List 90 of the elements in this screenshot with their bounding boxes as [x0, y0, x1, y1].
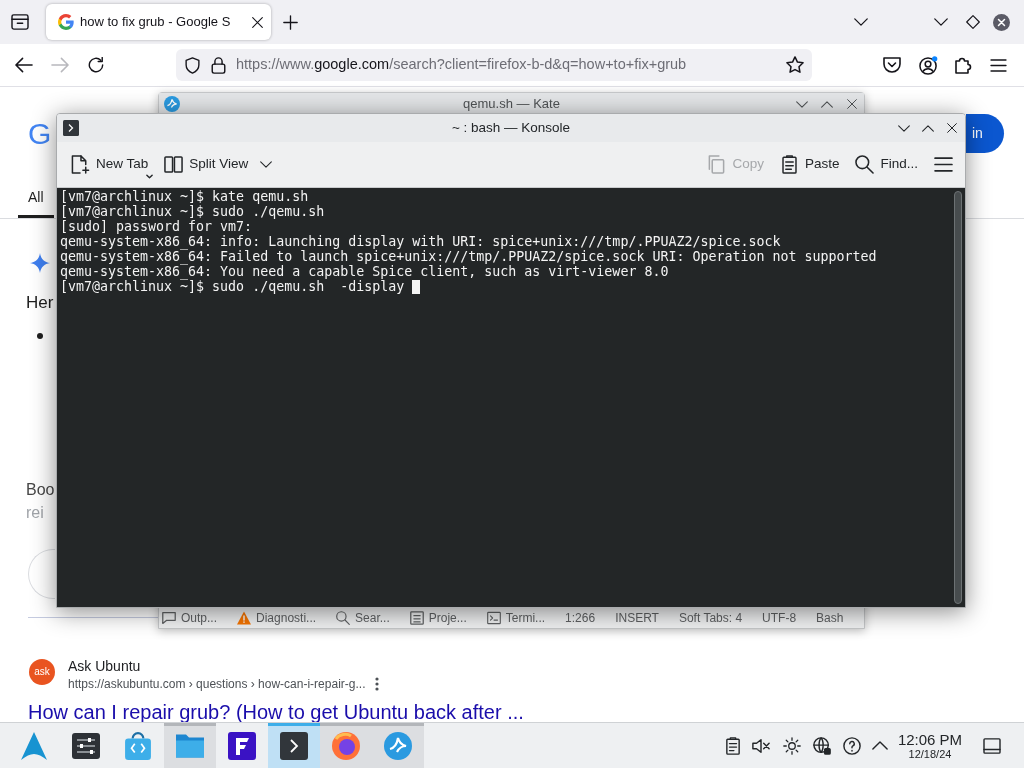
- caret-icon: [146, 173, 154, 179]
- tool-view-button[interactable]: Outp...: [162, 609, 218, 627]
- bullet-icon: [37, 333, 43, 339]
- shopping-bag-icon: [124, 731, 152, 760]
- warning-icon: [237, 611, 252, 625]
- split-view-button[interactable]: Split View: [158, 148, 279, 181]
- reload-icon[interactable]: [87, 57, 105, 73]
- lock-icon[interactable]: [211, 56, 226, 74]
- menu-icon: [934, 157, 953, 172]
- close-icon[interactable]: [993, 13, 1010, 31]
- document-plus-icon: [71, 155, 90, 174]
- puzzle-icon[interactable]: [955, 56, 972, 74]
- terminal-icon: [63, 120, 79, 136]
- site-name: Ask Ubuntu: [68, 657, 142, 676]
- overview-text: rei: [26, 503, 44, 523]
- terminal-icon: [280, 731, 308, 760]
- window-title: ~ : bash — Konsole: [451, 118, 571, 137]
- terminal-line: [vm7@archlinux ~]$ sudo ./qemu.sh -display: [60, 279, 406, 294]
- window-title: qemu.sh — Kate: [463, 95, 560, 114]
- account-icon[interactable]: [919, 55, 938, 75]
- app-logo-icon: [164, 96, 180, 112]
- more-icon[interactable]: [375, 677, 380, 691]
- chevron-down-icon[interactable]: [854, 18, 868, 26]
- status-text: Bash: [816, 610, 844, 627]
- chevron-up-icon[interactable]: [872, 741, 888, 750]
- split-panes-icon: [164, 155, 184, 174]
- chevron-up-icon[interactable]: [922, 124, 934, 132]
- find-button[interactable]: Find...: [849, 148, 924, 181]
- menu-icon[interactable]: [990, 58, 1007, 72]
- shield-icon[interactable]: [185, 56, 200, 74]
- close-icon[interactable]: [947, 123, 957, 133]
- chevron-down-icon: [260, 161, 273, 168]
- tool-view-button[interactable]: Proje...: [409, 609, 467, 627]
- browser-tab[interactable]: how to fix grub - Google S: [46, 4, 271, 40]
- terminal-line: qemu-system-x86_64: info: Launching display with URI: spice+unix:///tmp/.PPUAZ2/spice.sock: [60, 234, 781, 249]
- site-logo: ask: [29, 659, 55, 685]
- clock-date[interactable]: 12/18/24: [908, 747, 952, 761]
- copy-icon: [707, 155, 727, 174]
- taskbar-button[interactable]: [268, 723, 320, 768]
- browser-icon: [332, 731, 360, 760]
- plus-icon[interactable]: [283, 14, 298, 30]
- site-url: https://askubuntu.com › questions › how-can-i-repair-g...: [68, 676, 366, 692]
- status-text: UTF-8: [762, 610, 797, 627]
- list-icon: [409, 611, 424, 625]
- show-desktop-icon[interactable]: [983, 737, 1001, 754]
- terminal-line: qemu-system-x86_64: Failed to launch spice+unix:///tmp/.PPUAZ2/spice.sock URI: Operation not supported: [60, 249, 877, 264]
- tool-view-button[interactable]: Sear...: [336, 609, 390, 627]
- terminal-line: [vm7@archlinux ~]$ sudo ./qemu.sh: [60, 204, 325, 219]
- g-logo-icon: [58, 14, 74, 30]
- clock-time[interactable]: 12:06 PM: [897, 730, 963, 748]
- status-text: INSERT: [615, 610, 659, 627]
- search-icon: [855, 155, 875, 174]
- terminal-line: qemu-system-x86_64: You need a capable Spice client, such as virt-viewer 8.0: [60, 264, 669, 279]
- paste-button[interactable]: Paste: [773, 148, 846, 181]
- address-field[interactable]: https://www.google.com/search?client=firefox-b-d&q=how+to+fix+grub: [176, 49, 812, 81]
- close-icon[interactable]: [847, 99, 857, 109]
- status-text: Soft Tabs: 4: [678, 610, 743, 627]
- pocket-icon[interactable]: [883, 57, 901, 73]
- sparkle-icon: [30, 253, 50, 273]
- scrollbar[interactable]: [954, 191, 962, 604]
- sign-in-button[interactable]: in: [966, 114, 1004, 153]
- back-arrow-icon[interactable]: [15, 57, 33, 73]
- terminal-line: [sudo] password for vm7:: [60, 219, 253, 234]
- overview-heading: Her: [26, 292, 54, 314]
- chevron-down-icon[interactable]: [898, 124, 910, 132]
- network-icon[interactable]: [813, 736, 831, 755]
- chevron-down-icon[interactable]: [934, 18, 948, 26]
- letter-f-icon: [228, 731, 256, 760]
- diamond-icon[interactable]: [966, 15, 980, 29]
- overview-text: Boo: [26, 480, 55, 500]
- triangle-logo-icon: [20, 731, 48, 760]
- speech-bubble-icon: [162, 611, 176, 625]
- app-logo-icon: [384, 731, 412, 760]
- speaker-muted-icon[interactable]: [752, 737, 770, 754]
- clipboard-icon: [779, 155, 799, 174]
- logo-text: G: [28, 115, 52, 152]
- sun-icon[interactable]: [783, 736, 801, 755]
- sliders-icon: [72, 731, 100, 760]
- clipboard-icon[interactable]: [725, 736, 741, 755]
- help-icon[interactable]: [843, 736, 861, 755]
- close-icon[interactable]: [252, 16, 263, 28]
- box-icon[interactable]: [11, 14, 29, 30]
- new-tab-button[interactable]: New Tab: [65, 148, 155, 181]
- terminal-line: [vm7@archlinux ~]$ kate qemu.sh: [60, 189, 309, 204]
- status-text: 1:266: [565, 610, 596, 627]
- terminal-icon: [486, 611, 501, 625]
- tool-view-button[interactable]: Termi...: [486, 609, 546, 627]
- star-icon[interactable]: [786, 56, 804, 74]
- tool-view-button[interactable]: Diagnosti...: [237, 609, 317, 627]
- search-icon: [336, 611, 351, 625]
